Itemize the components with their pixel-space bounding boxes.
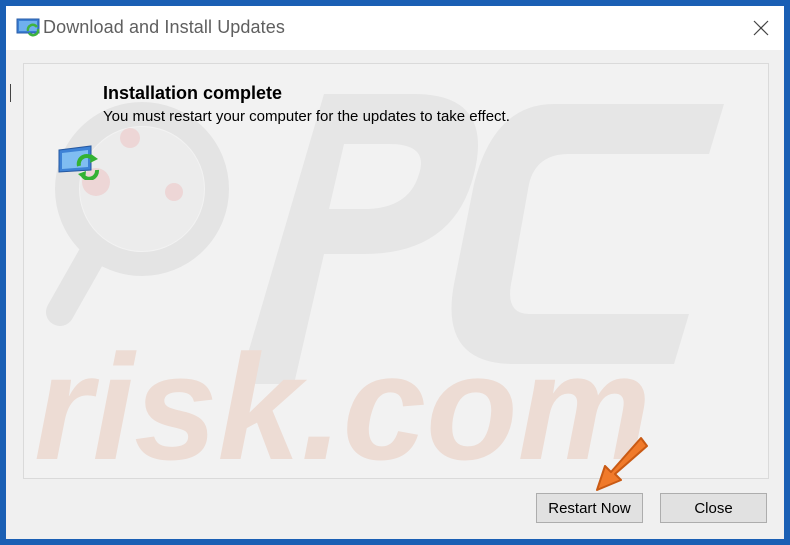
close-window-button[interactable] [738,6,784,50]
window-title: Download and Install Updates [43,17,285,37]
restart-message: You must restart your computer for the u… [103,108,510,125]
close-button[interactable]: Close [660,493,767,523]
title-bar[interactable]: Download and Install Updates [6,6,784,50]
orange-arrow-icon [596,437,648,491]
windows-update-icon [16,18,40,37]
svg-text:risk.com: risk.com [34,323,651,478]
watermark-logo: risk.com [34,94,724,478]
restart-now-button[interactable]: Restart Now [536,493,643,523]
update-dialog-window: Download and Install Updates risk.com In… [6,6,784,539]
text-cursor [10,84,11,102]
installation-heading: Installation complete [103,83,283,103]
update-refresh-icon [58,145,99,180]
close-icon [753,20,769,36]
content-panel: risk.com [23,63,769,479]
